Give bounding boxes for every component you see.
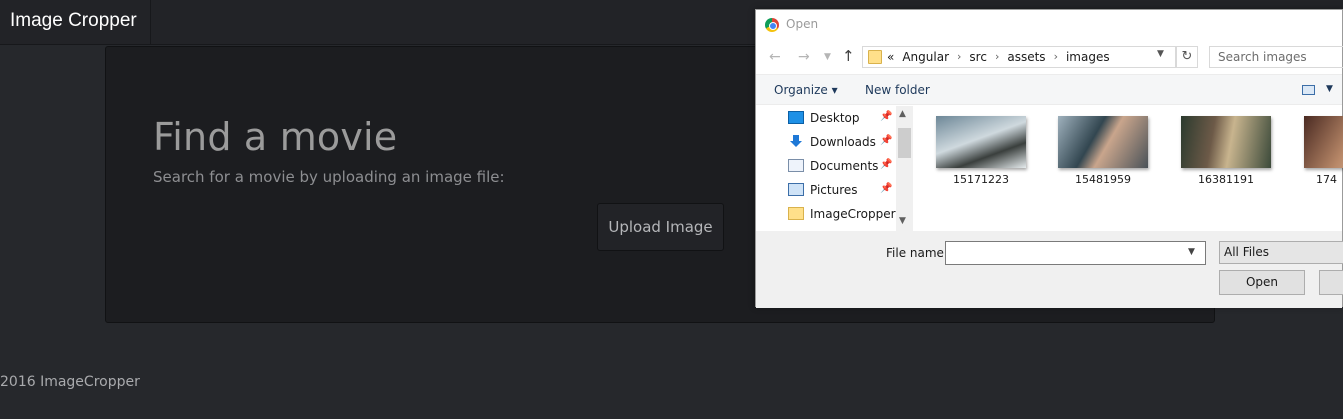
file-item[interactable]: 15171223 bbox=[936, 116, 1026, 186]
downloads-icon bbox=[788, 135, 804, 148]
hero-subtitle: Search for a movie by uploading an image… bbox=[153, 168, 505, 186]
recent-locations-chevron-icon[interactable]: ▼ bbox=[824, 52, 831, 62]
dialog-toolbar: Organize ▾ New folder ▼ bbox=[756, 74, 1342, 105]
dialog-titlebar: Open bbox=[756, 10, 1342, 40]
documents-icon bbox=[788, 159, 804, 172]
dialog-footer: File name: ▼ All Files Open bbox=[756, 231, 1343, 308]
nav-item-label: Pictures bbox=[810, 183, 858, 197]
nav-item-label: Documents bbox=[810, 159, 879, 173]
breadcrumb-overflow[interactable]: « bbox=[887, 50, 894, 64]
forward-arrow-icon[interactable]: → bbox=[798, 49, 810, 65]
image-thumbnail bbox=[936, 116, 1026, 168]
footer-text: 2016 ImageCropper bbox=[0, 374, 140, 390]
dialog-title: Open bbox=[786, 17, 819, 31]
file-name: 15481959 bbox=[1075, 173, 1131, 186]
nav-item-documents[interactable]: Documents 📌 bbox=[788, 156, 900, 176]
pin-icon: 📌 bbox=[880, 159, 893, 170]
file-name: 16381191 bbox=[1198, 173, 1254, 186]
nav-item-label: Downloads bbox=[810, 135, 876, 149]
scroll-down-icon[interactable]: ▼ bbox=[899, 216, 906, 226]
file-item[interactable]: 15481959 bbox=[1058, 116, 1148, 186]
breadcrumb-assets[interactable]: assets bbox=[1007, 50, 1045, 64]
file-name-input[interactable]: ▼ bbox=[945, 241, 1206, 265]
nav-item-downloads[interactable]: Downloads 📌 bbox=[788, 132, 900, 152]
breadcrumb: « Angular › src › assets › images bbox=[887, 50, 1118, 64]
desktop-icon bbox=[788, 111, 804, 124]
chevron-right-icon: › bbox=[994, 50, 1000, 63]
file-name: 174 bbox=[1316, 173, 1337, 186]
breadcrumb-images[interactable]: images bbox=[1066, 50, 1110, 64]
chrome-icon bbox=[765, 18, 779, 32]
pin-icon: 📌 bbox=[880, 111, 893, 122]
cancel-button[interactable] bbox=[1319, 270, 1343, 295]
breadcrumb-src[interactable]: src bbox=[969, 50, 987, 64]
back-arrow-icon[interactable]: ← bbox=[769, 49, 781, 65]
open-button[interactable]: Open bbox=[1219, 270, 1305, 295]
file-item[interactable]: 174 bbox=[1304, 116, 1343, 186]
pin-icon: 📌 bbox=[880, 135, 893, 146]
nav-item-pictures[interactable]: Pictures 📌 bbox=[788, 180, 900, 200]
hero-title: Find a movie bbox=[153, 115, 398, 159]
organize-button[interactable]: Organize ▾ bbox=[774, 83, 838, 97]
image-thumbnail bbox=[1304, 116, 1343, 168]
nav-item-label: Desktop bbox=[810, 111, 860, 125]
breadcrumb-angular[interactable]: Angular bbox=[902, 50, 949, 64]
open-file-dialog: Open ← → ▼ ↑ « Angular › src › assets › … bbox=[755, 9, 1343, 308]
chevron-down-icon[interactable]: ▼ bbox=[1188, 247, 1195, 257]
file-name: 15171223 bbox=[953, 173, 1009, 186]
image-thumbnail bbox=[1181, 116, 1271, 168]
refresh-icon[interactable]: ↻ bbox=[1176, 46, 1198, 68]
nav-scrollbar[interactable]: ▲ ▼ bbox=[896, 106, 913, 231]
view-dropdown-icon[interactable]: ▼ bbox=[1326, 84, 1333, 94]
brand-link[interactable]: Image Cropper bbox=[0, 0, 151, 45]
address-dropdown-icon[interactable]: ▼ bbox=[1157, 49, 1164, 59]
nav-item-imagecropper[interactable]: ImageCropper bbox=[788, 204, 900, 224]
view-options-icon[interactable] bbox=[1302, 85, 1315, 95]
file-name-label: File name: bbox=[886, 246, 948, 260]
file-item[interactable]: 16381191 bbox=[1181, 116, 1271, 186]
image-thumbnail bbox=[1058, 116, 1148, 168]
pictures-icon bbox=[788, 183, 804, 196]
navigation-pane: Desktop 📌 Downloads 📌 Documents 📌 Pictur… bbox=[756, 106, 913, 231]
chevron-right-icon: › bbox=[1053, 50, 1058, 63]
scroll-up-icon[interactable]: ▲ bbox=[899, 109, 906, 119]
chevron-right-icon: › bbox=[957, 50, 962, 63]
dialog-nav-row: ← → ▼ ↑ « Angular › src › assets › image… bbox=[756, 40, 1343, 74]
folder-icon bbox=[868, 50, 882, 64]
upload-image-button[interactable]: Upload Image bbox=[597, 203, 724, 251]
nav-item-desktop[interactable]: Desktop 📌 bbox=[788, 108, 900, 128]
file-type-select[interactable]: All Files bbox=[1219, 241, 1343, 264]
pin-icon: 📌 bbox=[880, 183, 893, 194]
file-list: 15171223 15481959 16381191 174 bbox=[913, 106, 1343, 231]
scroll-thumb[interactable] bbox=[898, 128, 911, 158]
folder-icon bbox=[788, 207, 804, 220]
nav-item-label: ImageCropper bbox=[810, 207, 896, 221]
up-arrow-icon[interactable]: ↑ bbox=[842, 47, 855, 65]
search-input[interactable]: Search images bbox=[1209, 46, 1343, 68]
new-folder-button[interactable]: New folder bbox=[865, 83, 930, 97]
address-bar[interactable]: « Angular › src › assets › images ▼ bbox=[862, 46, 1176, 68]
